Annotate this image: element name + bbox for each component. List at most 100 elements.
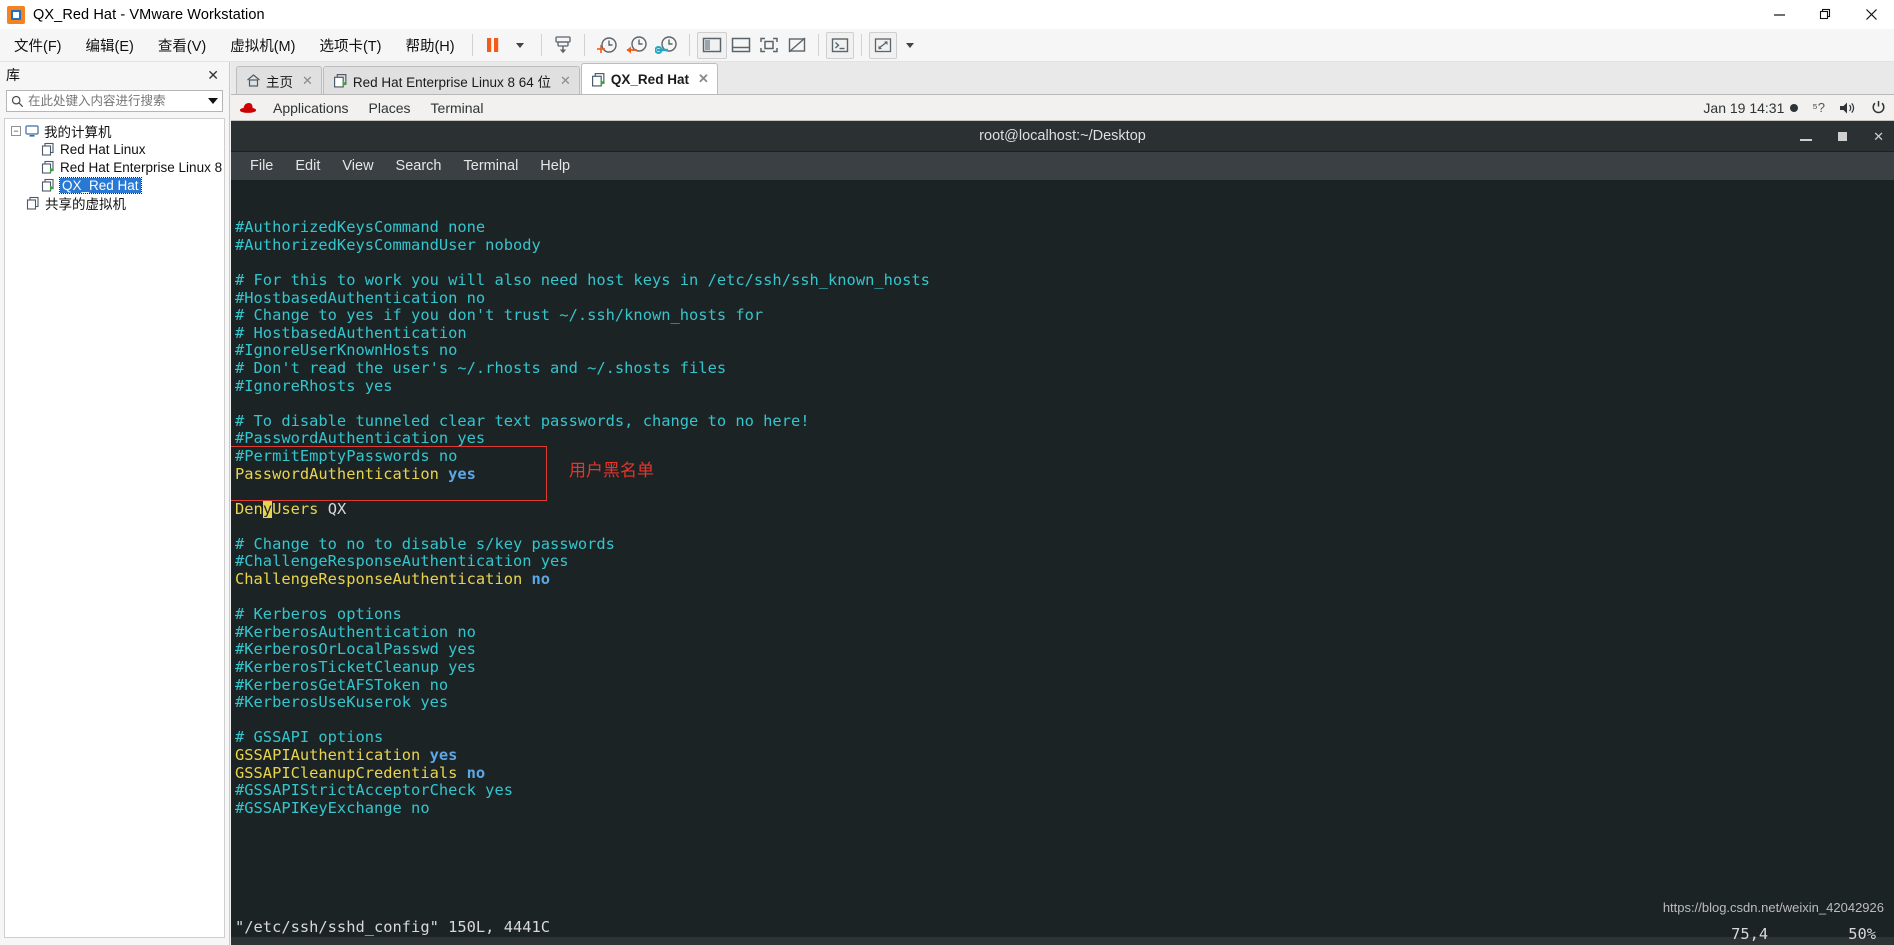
terminal-line: #KerberosUseKuserok yes bbox=[235, 693, 1894, 712]
vim-cursor-position: 75,4 bbox=[1731, 925, 1769, 943]
terminal-line: # Kerberos options bbox=[235, 605, 1894, 624]
toolbar-separator bbox=[540, 34, 542, 56]
terminal-line: ChallengeResponseAuthentication no bbox=[235, 570, 1894, 589]
stretch-dropdown[interactable] bbox=[897, 32, 924, 59]
terminal-line: PasswordAuthentication yes bbox=[235, 464, 1894, 484]
terminal-span: no bbox=[531, 570, 551, 589]
terminal-menu-terminal[interactable]: Terminal bbox=[453, 156, 530, 176]
terminal-prompt-icon bbox=[831, 37, 848, 52]
tree-item-red-hat-linux[interactable]: Red Hat Linux bbox=[5, 140, 224, 158]
menu-file[interactable]: 文件(F) bbox=[4, 32, 72, 59]
terminal-span: ChallengeResponseAuthentication bbox=[235, 570, 532, 589]
fullscreen-button[interactable] bbox=[755, 32, 783, 59]
tree-item-my-computer[interactable]: − 我的计算机 bbox=[5, 122, 224, 140]
tab-close-icon[interactable]: ✕ bbox=[560, 73, 571, 89]
terminal-span: GSSAPICleanupCredentials bbox=[235, 763, 467, 782]
terminal-line: #PasswordAuthentication yes bbox=[235, 430, 1894, 448]
terminal-line: #IgnoreRhosts yes bbox=[235, 377, 1894, 396]
library-close-button[interactable]: ✕ bbox=[203, 67, 223, 84]
terminal-span: no bbox=[466, 763, 486, 782]
record-dot-icon bbox=[1790, 103, 1799, 112]
menu-help[interactable]: 帮助(H) bbox=[395, 32, 464, 59]
gnome-places-menu[interactable]: Places bbox=[359, 100, 421, 116]
guest-os-screen[interactable]: Applications Places Terminal Jan 19 14:3… bbox=[231, 95, 1894, 945]
input-method-icon[interactable]: ⁵? bbox=[1812, 100, 1825, 115]
redhat-icon bbox=[239, 103, 257, 113]
revert-snapshot-button[interactable] bbox=[622, 32, 652, 59]
take-snapshot-button[interactable] bbox=[592, 32, 622, 59]
bottom-panel-icon bbox=[731, 37, 750, 53]
power-dropdown[interactable] bbox=[507, 32, 534, 59]
toolbar-separator bbox=[688, 34, 690, 56]
gnome-clock[interactable]: Jan 19 14:31 bbox=[1703, 100, 1799, 116]
snapshot-manager-button[interactable] bbox=[652, 32, 682, 59]
toolbar-separator bbox=[583, 34, 585, 56]
show-library-button[interactable] bbox=[696, 31, 727, 59]
terminal-span: #ChallengeResponseAuthentication yes bbox=[235, 552, 569, 571]
vim-buffer[interactable]: #AuthorizedKeysCommand none #AuthorizedKe… bbox=[235, 218, 1894, 817]
terminal-span: PasswordAuthentication bbox=[235, 464, 449, 483]
terminal-span: #KerberosUseKuserok yes bbox=[235, 693, 449, 712]
terminal-line: #AuthorizedKeysCommandUser nobody bbox=[235, 236, 1894, 255]
maximize-window-button[interactable] bbox=[1838, 129, 1848, 144]
tree-item-label: Red Hat Linux bbox=[60, 141, 146, 157]
library-search-box[interactable] bbox=[6, 90, 223, 112]
terminal-line: # HostbasedAuthentication bbox=[235, 323, 1894, 343]
terminal-span: # For this to work you will also need ho… bbox=[235, 270, 930, 289]
stretch-button[interactable] bbox=[868, 31, 897, 59]
suspend-button[interactable] bbox=[480, 32, 507, 59]
terminal-content[interactable]: #AuthorizedKeysCommand none #AuthorizedKe… bbox=[231, 180, 1894, 937]
terminal-menu-help[interactable]: Help bbox=[529, 156, 581, 176]
clock-wrench-icon bbox=[654, 36, 677, 54]
toolbar-separator bbox=[817, 34, 819, 56]
tab-close-icon[interactable]: ✕ bbox=[302, 73, 313, 89]
clock-back-icon bbox=[626, 36, 647, 54]
vim-status-line: "/etc/ssh/sshd_config" 150L, 4441C bbox=[235, 918, 551, 937]
tab-close-icon[interactable]: ✕ bbox=[698, 71, 709, 87]
terminal-line: GSSAPIAuthentication yes bbox=[235, 746, 1894, 765]
menu-tabs[interactable]: 选项卡(T) bbox=[309, 32, 391, 59]
terminal-span: #GSSAPIStrictAcceptorCheck yes bbox=[235, 781, 513, 800]
minimize-window-button[interactable] bbox=[1800, 129, 1813, 144]
terminal-span: #PermitEmptyPasswords no bbox=[235, 446, 458, 465]
terminal-span: GSSAPIAuthentication bbox=[235, 746, 430, 764]
search-icon bbox=[11, 95, 24, 107]
terminal-menu-search[interactable]: Search bbox=[385, 156, 453, 176]
power-icon[interactable] bbox=[1871, 100, 1886, 115]
window-title: QX_Red Hat - VMware Workstation bbox=[33, 6, 265, 23]
terminal-menu-edit[interactable]: Edit bbox=[284, 156, 331, 176]
unity-button[interactable] bbox=[783, 32, 811, 59]
tree-item-rhel8[interactable]: Red Hat Enterprise Linux 8 bbox=[5, 158, 224, 176]
console-button[interactable] bbox=[825, 31, 854, 59]
gnome-applications-menu[interactable]: Applications bbox=[263, 100, 359, 116]
volume-icon[interactable] bbox=[1839, 101, 1857, 115]
menu-edit[interactable]: 编辑(E) bbox=[76, 32, 144, 59]
terminal-span: # Change to yes if you don't trust ~/.ss… bbox=[235, 306, 764, 325]
tree-item-shared-vms[interactable]: 共享的虚拟机 bbox=[5, 194, 224, 212]
library-search-input[interactable] bbox=[28, 94, 208, 108]
menu-view[interactable]: 查看(V) bbox=[148, 32, 216, 59]
close-button[interactable] bbox=[1848, 0, 1894, 29]
menu-vm[interactable]: 虚拟机(M) bbox=[220, 32, 305, 59]
terminal-span: #HostbasedAuthentication no bbox=[235, 288, 486, 307]
terminal-menu-view[interactable]: View bbox=[331, 156, 384, 176]
search-dropdown-caret-icon[interactable] bbox=[208, 98, 218, 104]
terminal-menu-file[interactable]: File bbox=[239, 156, 284, 176]
window-titlebar: QX_Red Hat - VMware Workstation bbox=[0, 0, 1894, 29]
tab-qx-red-hat[interactable]: QX_Red Hat ✕ bbox=[580, 63, 718, 94]
terminal-span: # HostbasedAuthentication bbox=[235, 323, 467, 342]
gnome-terminal-menu[interactable]: Terminal bbox=[421, 100, 494, 116]
snapshot-button[interactable] bbox=[549, 32, 577, 59]
show-thumbnails-button[interactable] bbox=[727, 32, 755, 59]
tree-item-qx-red-hat[interactable]: QX_Red Hat bbox=[5, 176, 224, 194]
tab-home[interactable]: 主页 ✕ bbox=[236, 66, 322, 94]
restore-button[interactable] bbox=[1802, 0, 1848, 29]
computer-icon bbox=[25, 125, 39, 137]
minimize-button[interactable] bbox=[1756, 0, 1802, 29]
close-window-button[interactable]: ✕ bbox=[1873, 129, 1884, 145]
expander-icon[interactable]: − bbox=[11, 126, 21, 136]
tab-rhel8[interactable]: Red Hat Enterprise Linux 8 64 位 ✕ bbox=[322, 66, 580, 94]
